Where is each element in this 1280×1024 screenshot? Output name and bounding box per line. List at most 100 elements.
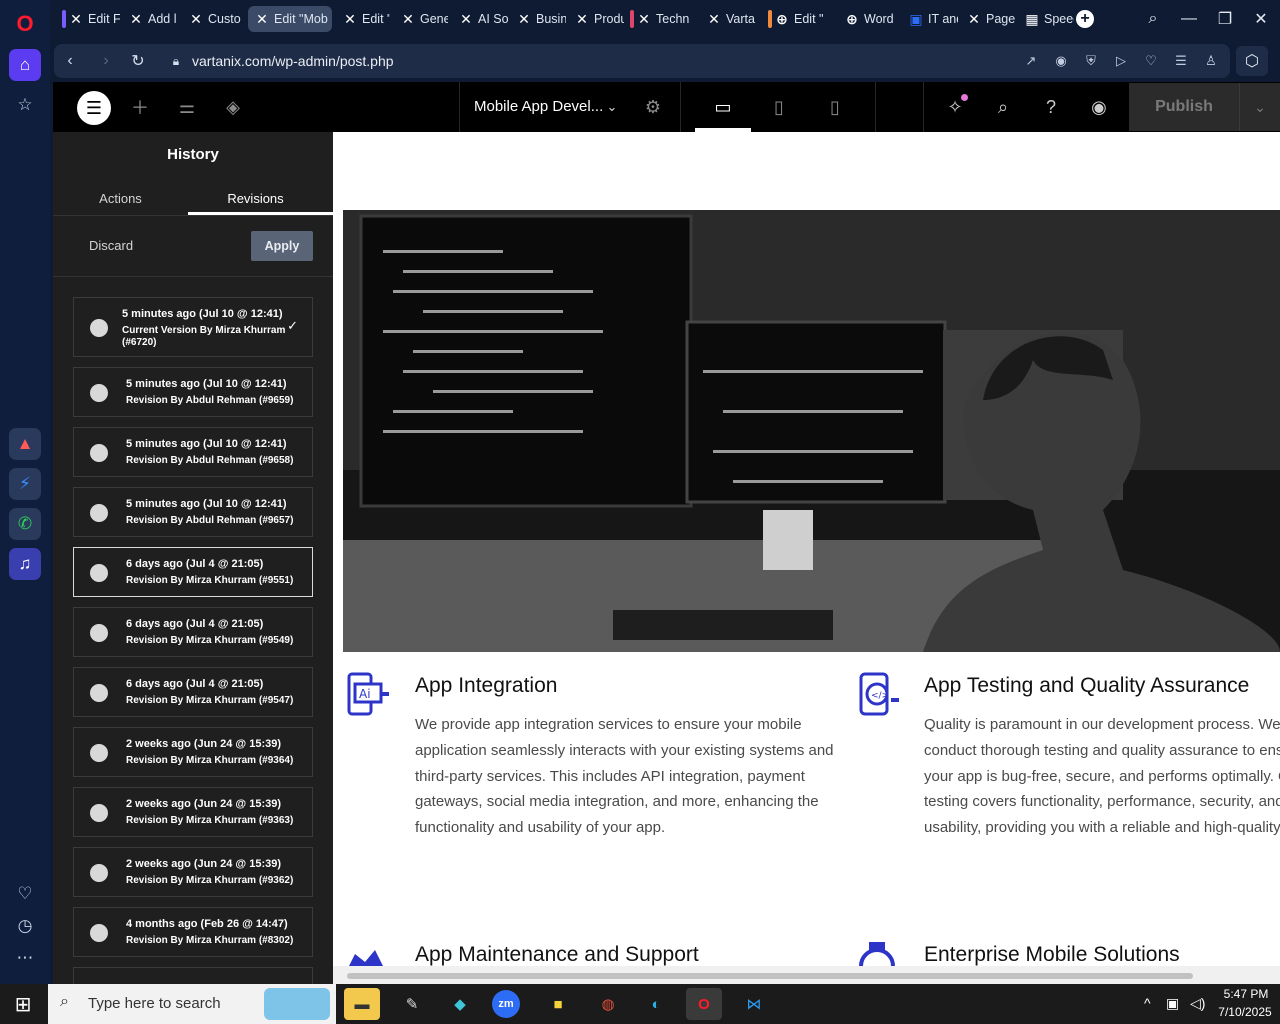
publish-options-chevron-icon[interactable]: ⌄ [1239, 83, 1280, 131]
opera-taskbar-icon[interactable]: O [686, 988, 722, 1020]
tab-actions[interactable]: Actions [53, 180, 188, 216]
apply-button[interactable]: Apply [251, 231, 313, 261]
site-settings-icon[interactable]: ⚌ [174, 94, 200, 120]
file-explorer-icon[interactable]: ▬ [344, 988, 380, 1020]
whatsapp-icon[interactable]: ✆ [9, 508, 41, 540]
revision-item[interactable]: 5 minutes ago (Jul 10 @ 12:41) Current Ve… [73, 297, 313, 357]
revision-item[interactable]: 6 days ago (Jul 4 @ 21:05) Revision By Mi… [73, 547, 313, 597]
browser-tab[interactable]: ✕ Techn [630, 6, 696, 32]
sticky-notes-icon[interactable]: ■ [540, 988, 576, 1020]
browser-tab[interactable]: ⊕ Word [838, 6, 894, 32]
browser-tab[interactable]: ✕ Gene [394, 6, 448, 32]
tab-revisions[interactable]: Revisions [188, 180, 323, 216]
revision-item[interactable]: 6 days ago (Jul 4 @ 21:05) Revision By Mi… [73, 667, 313, 717]
edge-icon[interactable]: ◐ [638, 988, 674, 1020]
browser-tab[interactable]: ✕ Varta [700, 6, 756, 32]
tab-label: Edit " [362, 12, 390, 26]
address-bar[interactable]: ‹ › ↻ 🔒︎ vartanix.com/wp-admin/post.php … [54, 44, 1230, 78]
browser-tab[interactable]: ✕ Edit " [336, 6, 390, 32]
favorites-icon[interactable]: ♡ [1142, 52, 1160, 70]
revision-item[interactable]: 5 minutes ago (Jul 10 @ 12:41) Revision B… [73, 427, 313, 477]
camera-icon[interactable]: ◉ [1052, 52, 1070, 70]
zoom-icon[interactable]: zm [492, 990, 520, 1018]
share-icon[interactable]: ↗ [1022, 52, 1040, 70]
elementor-logo-icon[interactable]: ☰ [77, 91, 111, 125]
close-window-button[interactable]: ✕ [1246, 6, 1276, 32]
shield-icon[interactable]: ⛨ [1082, 52, 1100, 70]
tab-search-icon[interactable]: ⌕ [1138, 6, 1168, 32]
horizontal-scrollbar[interactable] [333, 966, 1280, 984]
forward-icon[interactable]: › [92, 48, 120, 74]
send-icon[interactable]: ▷ [1112, 52, 1130, 70]
revision-date: 5 minutes ago (Jul 10 @ 12:41) [122, 308, 283, 320]
revision-item[interactable] [73, 967, 313, 984]
browser-tab[interactable]: ✕ Edit F [62, 6, 120, 32]
tablet-view-icon[interactable]: ▯ [766, 94, 792, 120]
revision-item[interactable]: 5 minutes ago (Jul 10 @ 12:41) Revision B… [73, 367, 313, 417]
history-panel: History Actions Revisions Discard Apply … [53, 132, 333, 984]
extensions-icon[interactable]: ⬡ [1236, 46, 1268, 76]
chevron-down-icon[interactable]: ⌄ [599, 94, 625, 120]
browser-tab[interactable]: ▣ IT and [902, 6, 958, 32]
browser-tab[interactable]: ✕ Custo [182, 6, 244, 32]
revision-date: 2 weeks ago (Jun 24 @ 15:39) [126, 738, 282, 750]
browser-tab[interactable]: ✕ Busin [510, 6, 566, 32]
volume-icon[interactable]: ◁) [1190, 995, 1205, 1012]
browser-tab[interactable]: ✕ AI So [452, 6, 508, 32]
star-icon[interactable]: ☆ [9, 89, 41, 121]
network-icon[interactable]: ▣ [1166, 995, 1179, 1012]
finder-search-icon[interactable]: ⌕ [990, 94, 1016, 120]
revision-item[interactable]: 2 weeks ago (Jun 24 @ 15:39) Revision By … [73, 787, 313, 837]
music-icon[interactable]: ♫ [9, 548, 41, 580]
more-icon[interactable]: ⋯ [9, 942, 41, 974]
back-icon[interactable]: ‹ [56, 48, 84, 74]
revision-item[interactable]: 4 months ago (Feb 26 @ 14:47) Revision By… [73, 907, 313, 957]
browser-tab[interactable]: ✕ Page [960, 6, 1016, 32]
clock-time[interactable]: 5:47 PM [1216, 987, 1276, 1001]
heart-icon[interactable]: ♡ [9, 878, 41, 910]
tab-label: Techn [656, 12, 690, 26]
chrome-icon[interactable]: ◍ [590, 988, 626, 1020]
url-text[interactable]: vartanix.com/wp-admin/post.php [192, 53, 394, 69]
revision-item[interactable]: 2 weeks ago (Jun 24 @ 15:39) Revision By … [73, 727, 313, 777]
clock-date[interactable]: 7/10/2025 [1212, 1005, 1278, 1019]
app-diamond-icon[interactable]: ◆ [442, 988, 478, 1020]
mobile-view-icon[interactable]: ▯ [822, 94, 848, 120]
account-icon[interactable]: ♙ [1202, 52, 1220, 70]
revision-item[interactable]: 2 weeks ago (Jun 24 @ 15:39) Revision By … [73, 847, 313, 897]
help-icon[interactable]: ? [1038, 94, 1064, 120]
publish-button[interactable]: Publish [1129, 83, 1239, 131]
windows-start-icon[interactable]: ⊞ [8, 990, 38, 1018]
browser-tab[interactable]: ⊕ Edit " [768, 6, 828, 32]
preview-eye-icon[interactable]: ◉ [1086, 94, 1112, 120]
scrollbar-thumb[interactable] [347, 973, 1193, 979]
structure-icon[interactable]: ◈ [220, 94, 246, 120]
desktop-view-icon[interactable]: ▭ [710, 94, 736, 120]
vscode-icon[interactable]: ⋈ [736, 988, 772, 1020]
tray-chevron-icon[interactable]: ^ [1144, 995, 1151, 1011]
minimize-button[interactable]: — [1174, 6, 1204, 32]
reload-icon[interactable]: ↻ [124, 48, 152, 74]
restore-button[interactable]: ❐ [1210, 6, 1240, 32]
aria-icon[interactable]: ▲ [9, 428, 41, 460]
discard-button[interactable]: Discard [89, 238, 133, 253]
messenger-icon[interactable]: ⚡ [9, 468, 41, 500]
browser-tab[interactable]: ✕ Produ [568, 6, 624, 32]
history-icon[interactable]: ◷ [9, 910, 41, 942]
home-icon[interactable]: ⌂ [9, 49, 41, 81]
document-title[interactable]: Mobile App Devel... [474, 98, 603, 115]
paint-icon[interactable]: ✎ [394, 988, 430, 1020]
service-title: App Testing and Quality Assurance [924, 674, 1250, 697]
taskbar-search[interactable]: ⌕ Type here to search [48, 984, 336, 1024]
page-settings-icon[interactable]: ⚙ [640, 94, 666, 120]
browser-tab[interactable]: ✕ Edit "Mob [248, 6, 332, 32]
revision-item[interactable]: 5 minutes ago (Jul 10 @ 12:41) Revision B… [73, 487, 313, 537]
add-element-icon[interactable]: ＋ [127, 94, 153, 120]
new-tab-button[interactable]: + [1076, 10, 1094, 28]
revision-item[interactable]: 6 days ago (Jul 4 @ 21:05) Revision By Mi… [73, 607, 313, 657]
menu-icon[interactable]: ☰ [1172, 52, 1190, 70]
opera-logo-icon[interactable]: O [9, 8, 41, 40]
browser-tab[interactable]: ✕ Add l [122, 6, 180, 32]
browser-tab[interactable]: ▦ Speed [1018, 6, 1074, 32]
revision-date: 6 days ago (Jul 4 @ 21:05) [126, 618, 264, 630]
